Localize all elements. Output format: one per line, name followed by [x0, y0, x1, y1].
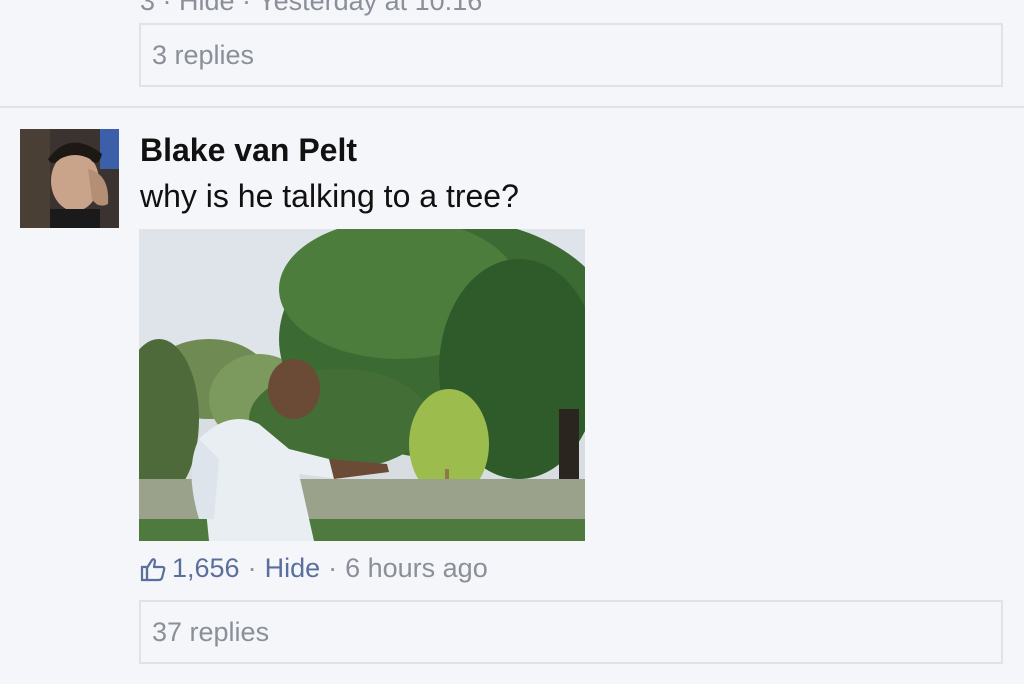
comment-thread: 3 · Hide · Yesterday at 10:16 3 replies …: [0, 0, 1024, 684]
avatar[interactable]: [20, 129, 119, 228]
view-replies-button[interactable]: 37 replies: [139, 600, 1003, 664]
previous-comment-meta-text: 3 · Hide · Yesterday at 10:16: [140, 0, 483, 16]
thumbs-up-icon[interactable]: [140, 556, 166, 582]
comment-photo[interactable]: [139, 229, 585, 541]
comment-text: why is he talking to a tree?: [140, 178, 519, 214]
previous-comment-meta: 3 · Hide · Yesterday at 10:16: [140, 0, 482, 17]
like-count[interactable]: 1,656: [172, 553, 240, 584]
separator-dot: ·: [328, 553, 338, 583]
comment-timestamp[interactable]: 6 hours ago: [345, 553, 488, 584]
comment-meta: 1,656 · Hide · 6 hours ago: [140, 553, 488, 584]
comment-divider: [0, 106, 1024, 108]
replies-label: 3 replies: [152, 39, 255, 70]
photo-image: [139, 229, 585, 541]
replies-label: 37 replies: [152, 616, 270, 647]
view-replies-button[interactable]: 3 replies: [139, 23, 1003, 87]
avatar-image: [20, 129, 119, 228]
separator-dot: ·: [247, 553, 257, 583]
comment-author[interactable]: Blake van Pelt: [140, 132, 357, 169]
hide-link[interactable]: Hide: [265, 553, 321, 584]
